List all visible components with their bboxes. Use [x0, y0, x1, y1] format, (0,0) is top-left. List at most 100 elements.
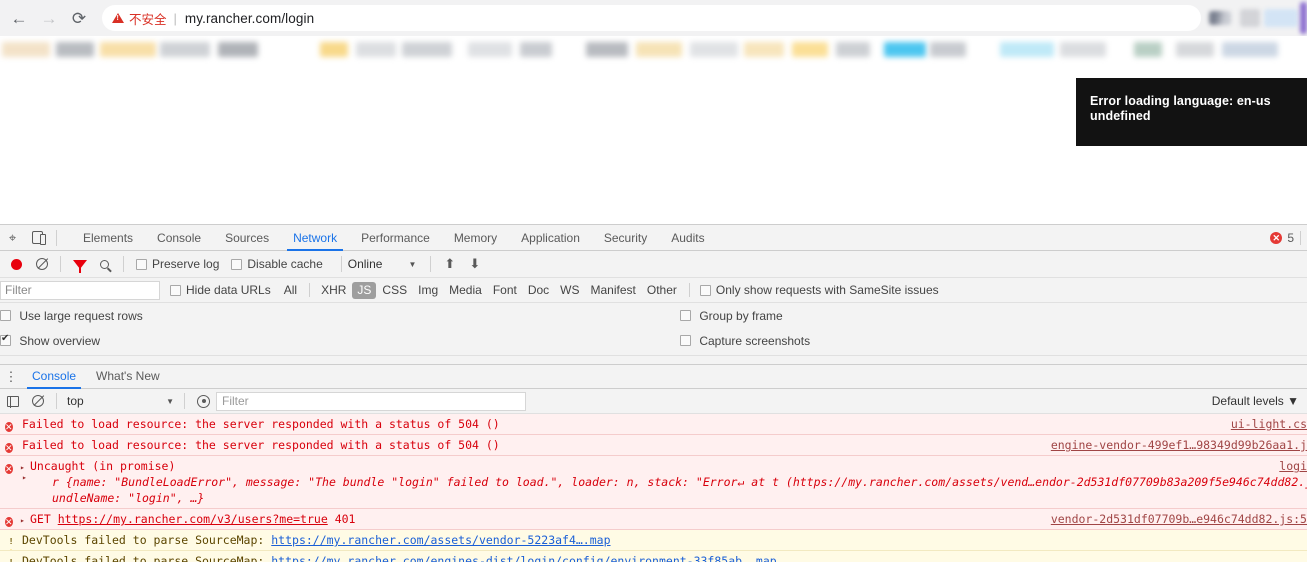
console-source-link[interactable]: engine-vendor-499ef1…98349d99b26aa1.j	[1051, 437, 1307, 453]
filter-type-img[interactable]: Img	[413, 282, 443, 299]
record-button-icon[interactable]	[4, 252, 29, 276]
show-overview-checkbox[interactable]: Show overview	[0, 333, 680, 348]
tab-application[interactable]: Application	[509, 225, 592, 251]
clear-icon[interactable]	[29, 252, 54, 276]
execution-context-select[interactable]: top ▼	[63, 394, 178, 408]
tab-audits[interactable]: Audits	[659, 225, 716, 251]
tab-memory[interactable]: Memory	[442, 225, 509, 251]
inspect-element-icon[interactable]: ⌖	[0, 226, 25, 250]
filter-type-css[interactable]: CSS	[377, 282, 412, 299]
expand-arrow-icon[interactable]: ▸	[22, 470, 27, 486]
large-rows-checkbox[interactable]: Use large request rows	[0, 308, 680, 323]
console-source-link[interactable]: vendor-2d531df07709b…e946c74dd82.js:5	[1051, 511, 1307, 527]
bookmark-item[interactable]	[884, 42, 926, 57]
bookmark-item[interactable]	[744, 42, 784, 57]
capture-screenshots-checkbox[interactable]: Capture screenshots	[680, 333, 810, 348]
device-toolbar-icon[interactable]	[25, 226, 50, 250]
bookmark-item[interactable]	[930, 42, 966, 57]
checkbox-box[interactable]	[699, 284, 711, 296]
request-url[interactable]: https://my.rancher.com/v3/users?me=true	[58, 512, 328, 526]
tab-security[interactable]: Security	[592, 225, 659, 251]
bookmark-item[interactable]	[100, 42, 156, 57]
tab-console[interactable]: Console	[145, 225, 213, 251]
bookmark-star-icon[interactable]	[1209, 11, 1231, 25]
checkbox-box[interactable]	[680, 335, 691, 347]
bookmark-item[interactable]	[1222, 42, 1278, 57]
bookmark-item[interactable]	[1000, 42, 1054, 57]
bookmark-item[interactable]	[56, 42, 94, 57]
bookmark-item[interactable]	[320, 42, 348, 57]
console-message-error[interactable]: ✕ Failed to load resource: the server re…	[0, 414, 1307, 435]
bookmark-item[interactable]	[690, 42, 738, 57]
extension-icon-1[interactable]	[1240, 9, 1260, 27]
search-icon[interactable]	[92, 252, 117, 276]
bookmark-item[interactable]	[1176, 42, 1214, 57]
sourcemap-url[interactable]: https://my.rancher.com/engines-dist/logi…	[271, 554, 776, 562]
console-message-error[interactable]: ✕ Failed to load resource: the server re…	[0, 435, 1307, 456]
disable-cache-checkbox[interactable]: Disable cache	[231, 257, 323, 271]
filter-type-font[interactable]: Font	[488, 282, 522, 299]
bookmark-item[interactable]	[1134, 42, 1162, 57]
tab-network[interactable]: Network	[281, 225, 349, 251]
drawer-tab-console[interactable]: Console	[22, 364, 86, 389]
filter-type-media[interactable]: Media	[444, 282, 487, 299]
bookmark-item[interactable]	[792, 42, 828, 57]
tab-sources[interactable]: Sources	[213, 225, 281, 251]
group-by-frame-checkbox[interactable]: Group by frame	[680, 308, 783, 323]
filter-type-js[interactable]: JS	[352, 281, 377, 299]
bookmark-item[interactable]	[836, 42, 870, 57]
expand-arrow-icon[interactable]: ▸	[20, 513, 25, 529]
error-count-badge[interactable]: 5	[1287, 231, 1294, 245]
checkbox-box[interactable]	[231, 258, 243, 270]
bookmark-item[interactable]	[468, 42, 512, 57]
sourcemap-url[interactable]: https://my.rancher.com/assets/vendor-522…	[271, 533, 610, 547]
clear-console-icon[interactable]	[25, 389, 50, 413]
preserve-log-checkbox[interactable]: Preserve log	[136, 257, 219, 271]
checkbox-box[interactable]	[680, 310, 691, 322]
filter-funnel-icon[interactable]	[67, 252, 92, 276]
bookmark-item[interactable]	[636, 42, 682, 57]
hide-data-urls-checkbox[interactable]: Hide data URLs	[170, 283, 271, 297]
address-bar[interactable]: 不安全 | my.rancher.com/login	[102, 5, 1201, 31]
filter-type-xhr[interactable]: XHR	[316, 282, 351, 299]
bookmark-item[interactable]	[218, 42, 258, 57]
import-har-icon[interactable]: ⬆	[437, 252, 462, 276]
back-icon[interactable]: ←	[4, 3, 34, 33]
console-source-link[interactable]: logi	[1279, 458, 1307, 474]
checkbox-box[interactable]	[136, 258, 147, 270]
export-har-icon[interactable]: ⬇	[462, 252, 487, 276]
checkbox-box[interactable]	[0, 310, 11, 322]
samesite-issues-checkbox[interactable]: Only show requests with SameSite issues	[699, 283, 939, 297]
checkbox-box[interactable]	[170, 284, 181, 296]
live-expression-icon[interactable]	[191, 389, 216, 413]
more-options-icon[interactable]: ⋮	[0, 369, 22, 385]
filter-type-ws[interactable]: WS	[555, 282, 584, 299]
reload-icon[interactable]: ⟳	[64, 3, 94, 33]
tab-elements[interactable]: Elements	[71, 225, 145, 251]
bookmark-item[interactable]	[402, 42, 452, 57]
bookmark-item[interactable]	[586, 42, 628, 57]
filter-type-manifest[interactable]: Manifest	[586, 282, 641, 299]
console-sidebar-icon[interactable]	[0, 389, 25, 413]
url-text[interactable]: my.rancher.com/login	[185, 11, 314, 26]
tab-performance[interactable]: Performance	[349, 225, 442, 251]
console-message-error[interactable]: ✕ ▸ Uncaught (in promise) ▸ r {name: "Bu…	[0, 456, 1307, 509]
bookmark-item[interactable]	[2, 42, 50, 57]
console-message-error[interactable]: ✕ ▸ GET https://my.rancher.com/v3/users?…	[0, 509, 1307, 530]
console-filter-input[interactable]: Filter	[216, 391, 526, 411]
profile-avatar[interactable]	[1300, 2, 1307, 34]
console-message-warning[interactable]: DevTools failed to parse SourceMap: http…	[0, 551, 1307, 562]
throttling-select[interactable]: Online ▼	[348, 257, 417, 271]
filter-type-other[interactable]: Other	[642, 282, 682, 299]
drawer-tab-whats-new[interactable]: What's New	[86, 364, 170, 389]
extension-icon-2[interactable]	[1264, 9, 1298, 27]
network-filter-input[interactable]: Filter	[0, 280, 160, 300]
security-status-label[interactable]: 不安全	[129, 9, 167, 28]
bookmark-item[interactable]	[160, 42, 210, 57]
log-levels-select[interactable]: Default levels ▼	[1212, 394, 1299, 408]
checkbox-box[interactable]	[0, 333, 11, 347]
console-source-link[interactable]: ui-light.cs	[1231, 416, 1307, 432]
error-toast[interactable]: Error loading language: en-us undefined	[1076, 78, 1307, 146]
filter-type-doc[interactable]: Doc	[523, 282, 554, 299]
bookmark-item[interactable]	[1060, 42, 1106, 57]
